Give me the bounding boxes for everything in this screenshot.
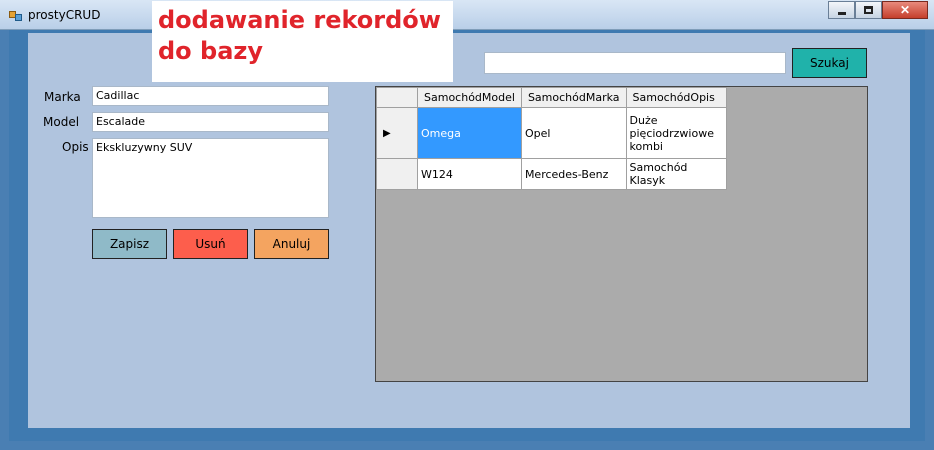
table-row[interactable]: W124 Mercedes-Benz Samochód Klasyk [376, 158, 727, 190]
grid-corner-cell [376, 87, 418, 108]
current-row-arrow-icon: ▶ [383, 127, 391, 139]
table-row[interactable]: ▶ Omega Opel Duże pięciodrzwiowe kombi [376, 107, 727, 159]
search-input[interactable] [484, 52, 786, 74]
app-icon [9, 9, 23, 21]
grid-cell-model[interactable]: Omega [417, 107, 522, 159]
opis-label: Opis [62, 140, 89, 154]
marka-label: Marka [44, 90, 81, 104]
opis-textarea[interactable]: Ekskluzywny SUV [92, 138, 329, 218]
grid-header-row: SamochódModel SamochódMarka SamochódOpis [376, 87, 727, 108]
search-button[interactable]: Szukaj [792, 48, 867, 78]
annotation-line-1: dodawanie rekordów [158, 6, 441, 34]
window-controls: ✕ [828, 1, 928, 19]
model-label: Model [43, 115, 80, 129]
grid-cell-model[interactable]: W124 [417, 158, 522, 190]
grid-cell-opis[interactable]: Samochód Klasyk [625, 158, 727, 190]
minimize-button[interactable] [828, 1, 855, 19]
minimize-icon [837, 11, 846, 15]
delete-button[interactable]: Usuń [173, 229, 248, 259]
row-header[interactable] [376, 158, 418, 190]
maximize-icon [864, 6, 873, 14]
close-button[interactable]: ✕ [882, 1, 928, 19]
column-header-opis[interactable]: SamochódOpis [625, 87, 727, 108]
grid-cell-marka[interactable]: Mercedes-Benz [520, 158, 627, 190]
grid-cell-marka[interactable]: Opel [520, 107, 627, 159]
window-title: prostyCRUD [28, 8, 101, 22]
column-header-model[interactable]: SamochódModel [417, 87, 522, 108]
maximize-button[interactable] [855, 1, 882, 19]
annotation-overlay: dodawanie rekordów do bazy [152, 1, 453, 82]
grid-table: SamochódModel SamochódMarka SamochódOpis… [376, 87, 727, 190]
close-icon: ✕ [899, 3, 911, 17]
marka-field[interactable]: Cadillac [92, 86, 329, 106]
save-button[interactable]: Zapisz [92, 229, 167, 259]
column-header-marka[interactable]: SamochódMarka [520, 87, 627, 108]
data-grid[interactable]: SamochódModel SamochódMarka SamochódOpis… [375, 86, 868, 382]
app-window: prostyCRUD ✕ Szukaj Marka Cadillac Model… [0, 0, 934, 450]
title-bar[interactable]: prostyCRUD ✕ [0, 0, 934, 30]
grid-cell-opis[interactable]: Duże pięciodrzwiowe kombi [625, 107, 727, 159]
annotation-line-2: do bazy [158, 37, 264, 65]
model-field[interactable]: Escalade [92, 112, 329, 132]
cancel-button[interactable]: Anuluj [254, 229, 329, 259]
row-header-selected[interactable]: ▶ [376, 107, 418, 159]
